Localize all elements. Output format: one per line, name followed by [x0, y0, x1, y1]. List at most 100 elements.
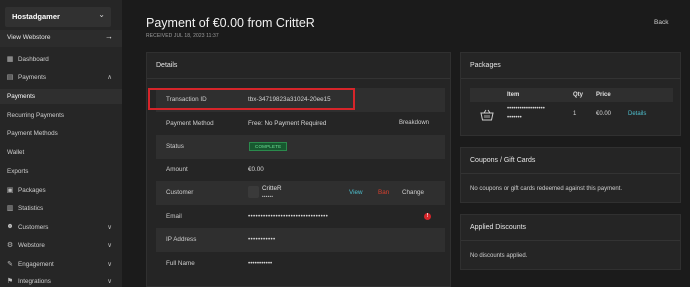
amount-label: Amount: [166, 166, 188, 173]
payments-icon: ▤: [6, 74, 14, 81]
column-header-qty: Qty: [573, 92, 584, 98]
alert-icon[interactable]: !: [424, 213, 431, 220]
package-name: ••••••••••••••••••: [507, 106, 545, 112]
package-details-link[interactable]: Details: [628, 111, 646, 117]
coupons-empty-text: No coupons or gift cards redeemed agains…: [470, 186, 623, 192]
view-webstore-label: View Webstore: [7, 34, 51, 41]
amount-row: Amount €0.00: [156, 158, 445, 182]
sidebar-item-dashboard[interactable]: ▦ Dashboard: [0, 52, 122, 67]
chevron-down-icon: ⌄: [98, 10, 105, 19]
sidebar-item-label: Engagement: [18, 261, 54, 268]
status-row: Status COMPLETE: [156, 135, 445, 159]
customer-label: Customer: [166, 189, 194, 196]
packages-icon: ▣: [6, 187, 14, 194]
packages-panel: Packages Item Qty Price ••••••••••••••••…: [460, 52, 681, 136]
packages-table-header: Item Qty Price: [470, 88, 673, 102]
chevron-down-icon: ∨: [107, 224, 112, 231]
store-name: Hostadgamer: [12, 12, 60, 21]
sidebar-item-statistics[interactable]: ▥ Statistics: [0, 201, 122, 216]
engagement-icon: ✎: [7, 261, 13, 268]
package-name-secondary: •••••••: [507, 115, 522, 121]
chevron-down-icon: ∨: [107, 261, 112, 268]
full-name-value: •••••••••••: [248, 260, 273, 267]
integrations-icon: ⚑: [6, 278, 14, 285]
email-value: ••••••••••••••••••••••••••••••••: [248, 213, 329, 220]
sidebar-item-label: Webstore: [18, 242, 45, 249]
discounts-panel: Applied Discounts No discounts applied.: [460, 214, 681, 270]
full-name-label: Full Name: [166, 260, 195, 267]
sidebar-item-webstore[interactable]: ⚙ Webstore ∨: [0, 238, 122, 253]
sidebar-item-label: Integrations: [18, 278, 51, 285]
sidebar-item-label: Customers: [18, 224, 49, 231]
coupons-title: Coupons / Gift Cards: [470, 157, 536, 164]
ip-address-row: IP Address •••••••••••: [156, 228, 445, 252]
dashboard-icon: ▦: [6, 56, 14, 63]
discounts-empty-text: No discounts applied.: [470, 253, 528, 259]
back-link[interactable]: Back: [654, 19, 668, 26]
webstore-icon: ⚙: [6, 242, 14, 249]
sidebar-item-label: Packages: [18, 187, 46, 194]
package-qty: 1: [573, 111, 577, 117]
sidebar-item-customers[interactable]: ☻ Customers ∨: [0, 220, 122, 235]
email-row: Email •••••••••••••••••••••••••••••••• !: [156, 205, 445, 229]
sidebar-subitem-exports[interactable]: Exports: [0, 164, 122, 179]
ip-address-label: IP Address: [166, 236, 197, 243]
chevron-up-icon: ∧: [107, 74, 112, 81]
sidebar-subitem-label: Exports: [7, 168, 29, 175]
discounts-header: Applied Discounts: [461, 215, 680, 241]
customers-icon: ☻: [6, 223, 14, 230]
details-panel: Details Transaction ID tbx-34719823a3102…: [146, 52, 451, 287]
arrow-right-icon: →: [105, 32, 113, 41]
transaction-id-highlight: [148, 88, 355, 110]
status-label: Status: [166, 143, 184, 150]
sidebar-item-label: Dashboard: [18, 56, 49, 63]
payment-method-value: Free: No Payment Required: [248, 120, 327, 127]
sidebar-subitem-recurring-payments[interactable]: Recurring Payments: [0, 108, 122, 123]
breakdown-link[interactable]: Breakdown: [399, 120, 429, 126]
sidebar-subitem-payments[interactable]: Payments: [0, 89, 122, 104]
sidebar-item-label: Statistics: [18, 205, 44, 212]
sidebar-subitem-label: Recurring Payments: [7, 112, 65, 119]
ip-address-value: •••••••••••: [248, 236, 276, 243]
column-header-price: Price: [596, 92, 611, 98]
payment-method-row: Payment Method Free: No Payment Required…: [156, 112, 445, 136]
customer-username: ••••••: [262, 194, 274, 199]
change-customer-link[interactable]: Change: [402, 189, 424, 196]
package-price: €0.00: [596, 111, 612, 117]
view-customer-link[interactable]: View: [349, 189, 363, 196]
details-title: Details: [156, 62, 178, 69]
status-badge: COMPLETE: [249, 142, 288, 151]
full-name-row: Full Name •••••••••••: [156, 252, 445, 276]
sidebar-subitem-label: Wallet: [7, 149, 25, 156]
sidebar-subitem-payment-methods[interactable]: Payment Methods: [0, 126, 122, 141]
sidebar-subitem-wallet[interactable]: Wallet: [0, 145, 122, 160]
sidebar-item-packages[interactable]: ▣ Packages: [0, 183, 122, 198]
packages-title: Packages: [470, 62, 501, 69]
coupons-header: Coupons / Gift Cards: [461, 148, 680, 174]
statistics-icon: ▥: [6, 205, 14, 212]
sidebar-item-integrations[interactable]: ⚑ Integrations ∨: [0, 274, 122, 287]
view-webstore-link[interactable]: View Webstore →: [0, 30, 122, 47]
payment-method-label: Payment Method: [166, 120, 214, 127]
sidebar-item-label: Payments: [18, 74, 46, 81]
sidebar-subitem-label: Payment Methods: [7, 130, 58, 137]
avatar: [248, 186, 259, 198]
email-label: Email: [166, 213, 182, 220]
page-title: Payment of €0.00 from CritteR: [146, 16, 315, 30]
amount-value: €0.00: [248, 166, 264, 173]
received-timestamp: RECEIVED JUL 18, 2023 11:37: [146, 33, 219, 39]
customer-row: Customer CritteR •••••• View Ban Change: [156, 181, 445, 205]
column-header-item: Item: [507, 92, 520, 98]
chevron-down-icon: ∨: [107, 278, 112, 285]
coupons-panel: Coupons / Gift Cards No coupons or gift …: [460, 147, 681, 203]
sidebar-item-engagement[interactable]: ✎ Engagement ∨: [0, 257, 122, 272]
packages-header: Packages: [461, 53, 680, 79]
sidebar-subitem-label: Payments: [7, 93, 35, 100]
details-header: Details: [147, 53, 450, 79]
sidebar-item-payments[interactable]: ▤ Payments ∧: [0, 70, 122, 85]
ban-customer-link[interactable]: Ban: [378, 189, 389, 196]
discounts-title: Applied Discounts: [470, 224, 527, 231]
store-selector[interactable]: Hostadgamer ⌄: [5, 7, 111, 27]
basket-icon: [480, 109, 494, 121]
customer-name: CritteR: [262, 185, 282, 192]
